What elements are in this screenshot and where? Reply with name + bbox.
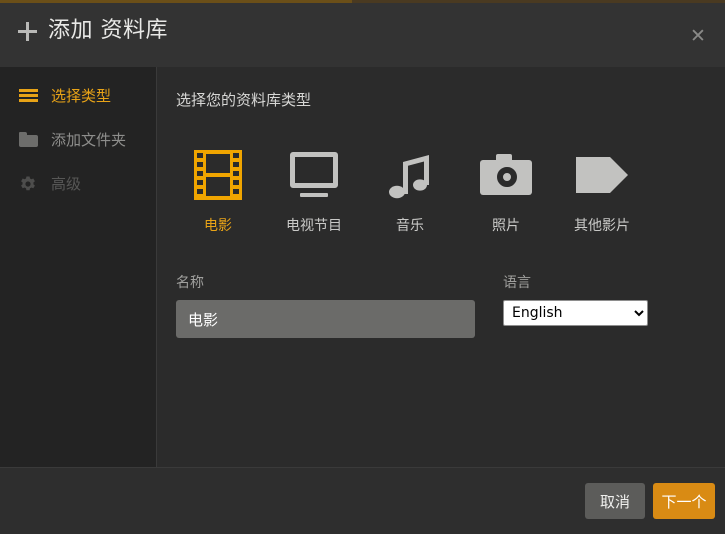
name-field-label: 名称 — [176, 272, 476, 292]
library-type-icon-box — [362, 147, 458, 203]
sidebar-item-label: 选择类型 — [51, 86, 111, 106]
dialog-title-row: 添加 资料库 — [18, 19, 168, 43]
library-type-music[interactable]: 音乐 — [362, 147, 458, 235]
name-input[interactable] — [176, 300, 475, 338]
folder-icon — [18, 130, 40, 150]
camera-icon — [480, 154, 532, 196]
plus-icon — [18, 22, 37, 41]
library-type-icon-box — [458, 147, 554, 203]
wizard-main-panel: 选择您的资料库类型 — [158, 67, 725, 467]
sidebar-item-add-folder[interactable]: 添加文件夹 — [0, 125, 157, 155]
library-type-grid: 电影 电视节目 — [170, 147, 715, 235]
library-type-movies[interactable]: 电影 — [170, 147, 266, 235]
library-type-label: 照片 — [458, 215, 554, 235]
dialog-title: 添加 资料库 — [48, 19, 168, 43]
library-type-label: 音乐 — [362, 215, 458, 235]
next-button[interactable]: 下一个 — [653, 483, 715, 519]
library-type-icon-box — [554, 147, 650, 203]
language-field-label: 语言 — [503, 272, 703, 292]
name-field-group: 名称 — [176, 272, 476, 338]
page-title: 选择您的资料库类型 — [176, 89, 311, 110]
close-icon[interactable]: ✕ — [681, 21, 715, 51]
dialog-footer: 取消 下一个 — [0, 467, 725, 534]
library-type-label: 电视节目 — [266, 215, 362, 235]
video-camera-icon — [576, 157, 628, 193]
wizard-sidebar: 选择类型 添加文件夹 高级 — [0, 67, 157, 467]
cancel-button[interactable]: 取消 — [585, 483, 645, 519]
dialog-titlebar: 添加 资料库 ✕ — [0, 3, 725, 67]
add-library-dialog: 添加 资料库 ✕ 选择类型 添加文件夹 — [0, 0, 725, 534]
library-type-icon-box — [170, 147, 266, 203]
sidebar-item-label: 高级 — [51, 174, 81, 194]
library-type-other-videos[interactable]: 其他影片 — [554, 147, 650, 235]
language-select[interactable]: English — [503, 300, 648, 326]
sidebar-item-select-type[interactable]: 选择类型 — [0, 81, 157, 111]
film-icon — [194, 150, 242, 200]
library-type-icon-box — [266, 147, 362, 203]
dialog-body: 选择类型 添加文件夹 高级 选择您的资料库类型 — [0, 67, 725, 467]
music-note-icon — [387, 150, 433, 200]
library-type-tv-shows[interactable]: 电视节目 — [266, 147, 362, 235]
library-type-photos[interactable]: 照片 — [458, 147, 554, 235]
sidebar-item-label: 添加文件夹 — [51, 130, 126, 150]
library-type-label: 电影 — [170, 215, 266, 235]
list-icon — [18, 86, 40, 106]
library-type-label: 其他影片 — [554, 215, 650, 235]
sidebar-item-advanced[interactable]: 高级 — [0, 169, 157, 199]
gear-icon — [18, 174, 40, 194]
tv-icon — [288, 152, 340, 198]
language-field-group: 语言 English — [503, 272, 703, 326]
